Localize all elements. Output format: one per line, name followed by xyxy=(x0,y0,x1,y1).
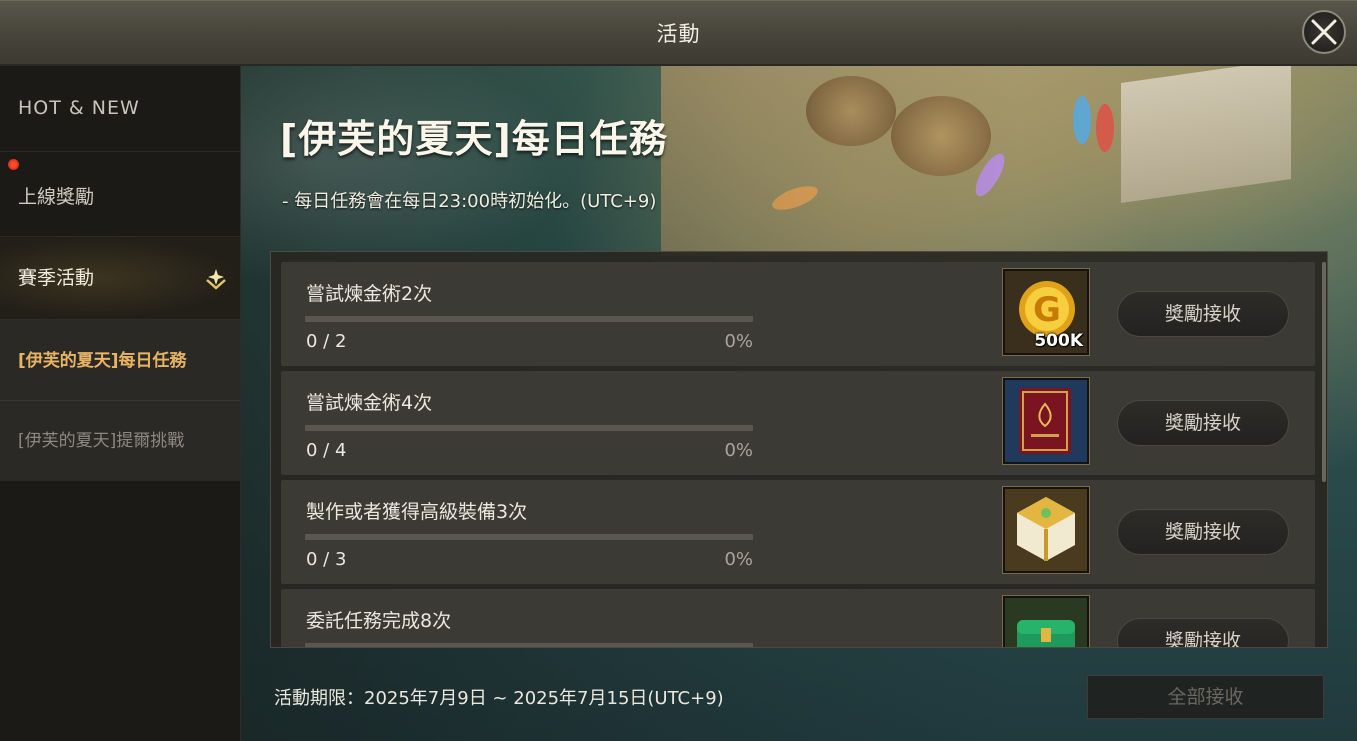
claim-reward-button[interactable]: 獎勵接收 xyxy=(1117,291,1289,337)
progress-count: 0 / 2 xyxy=(306,331,347,352)
mission-title: 製作或者獲得高級裝備3次 xyxy=(306,501,528,523)
progress-percent: 0% xyxy=(724,331,753,352)
mission-title: 嘗試煉金術4次 xyxy=(306,392,433,414)
progress-bar xyxy=(305,643,753,647)
progress-count: 0 / 3 xyxy=(306,549,347,570)
progress-bar xyxy=(305,316,753,322)
sidebar-item-season-event[interactable]: 賽季活動 xyxy=(0,237,240,320)
reward-item[interactable]: G 500K xyxy=(1002,268,1090,356)
page-title: [伊芙的夏天]每日任務 xyxy=(280,117,668,161)
reward-item[interactable] xyxy=(1002,595,1090,647)
progress-bar xyxy=(305,425,753,431)
reward-item[interactable] xyxy=(1002,377,1090,465)
mission-row: 委託任務完成8次 獎勵接收 xyxy=(281,589,1315,647)
reward-item[interactable] xyxy=(1002,486,1090,574)
season-sub-menu: [伊芙的夏天]每日任務 [伊芙的夏天]提爾挑戰 xyxy=(0,320,240,481)
sidebar-item-hot-new[interactable]: HOT & NEW xyxy=(0,66,240,152)
expand-chevron-icon xyxy=(206,269,226,290)
svg-text:G: G xyxy=(1033,290,1061,330)
mission-list[interactable]: 嘗試煉金術2次 0 / 2 0% G 500K 獎勵接收 嘗試煉金術4次 0 /… xyxy=(270,251,1328,648)
claim-reward-button[interactable]: 獎勵接收 xyxy=(1117,400,1289,446)
sidebar-item-label: 上線獎勵 xyxy=(18,186,95,208)
sidebar-item-login-reward[interactable]: 上線獎勵 xyxy=(0,152,240,237)
sidebar: HOT & NEW 上線獎勵 賽季活動 [伊芙的夏天]每日任務 [伊芙的夏天]提… xyxy=(0,66,241,741)
claim-all-button[interactable]: 全部接收 xyxy=(1087,675,1324,719)
mission-row: 製作或者獲得高級裝備3次 0 / 3 0% 獎勵接收 xyxy=(281,480,1315,584)
mission-row: 嘗試煉金術4次 0 / 4 0% 獎勵接收 xyxy=(281,371,1315,475)
title-bar: 活動 xyxy=(0,0,1357,66)
progress-count: 0 / 4 xyxy=(306,440,347,461)
green-chest-icon xyxy=(1005,598,1087,647)
claim-reward-button[interactable]: 獎勵接收 xyxy=(1117,509,1289,555)
close-icon xyxy=(1311,19,1337,45)
mission-row: 嘗試煉金術2次 0 / 2 0% G 500K 獎勵接收 xyxy=(281,262,1315,366)
close-button[interactable] xyxy=(1302,10,1346,54)
reset-notice: - 每日任務會在每日23:00時初始化。(UTC+9) xyxy=(282,191,657,212)
sub-item-tyr-challenge[interactable]: [伊芙的夏天]提爾挑戰 xyxy=(0,401,240,481)
reward-amount: 500K xyxy=(1034,331,1083,351)
mission-title: 委託任務完成8次 xyxy=(306,610,452,632)
sidebar-item-label: 賽季活動 xyxy=(18,267,95,289)
notification-dot xyxy=(8,159,19,170)
gold-box-icon xyxy=(1005,489,1087,571)
sub-item-daily-mission[interactable]: [伊芙的夏天]每日任務 xyxy=(0,320,240,401)
window-title: 活動 xyxy=(656,22,701,46)
event-period: 活動期限：2025年7月9日 ~ 2025年7月15日(UTC+9) xyxy=(274,688,724,709)
mission-title: 嘗試煉金術2次 xyxy=(306,283,433,305)
scrollbar[interactable] xyxy=(1322,262,1326,482)
progress-percent: 0% xyxy=(724,440,753,461)
sidebar-item-label: HOT & NEW xyxy=(18,97,140,119)
red-book-icon xyxy=(1005,380,1087,462)
progress-bar xyxy=(305,534,753,540)
claim-reward-button[interactable]: 獎勵接收 xyxy=(1117,618,1289,647)
progress-percent: 0% xyxy=(724,549,753,570)
